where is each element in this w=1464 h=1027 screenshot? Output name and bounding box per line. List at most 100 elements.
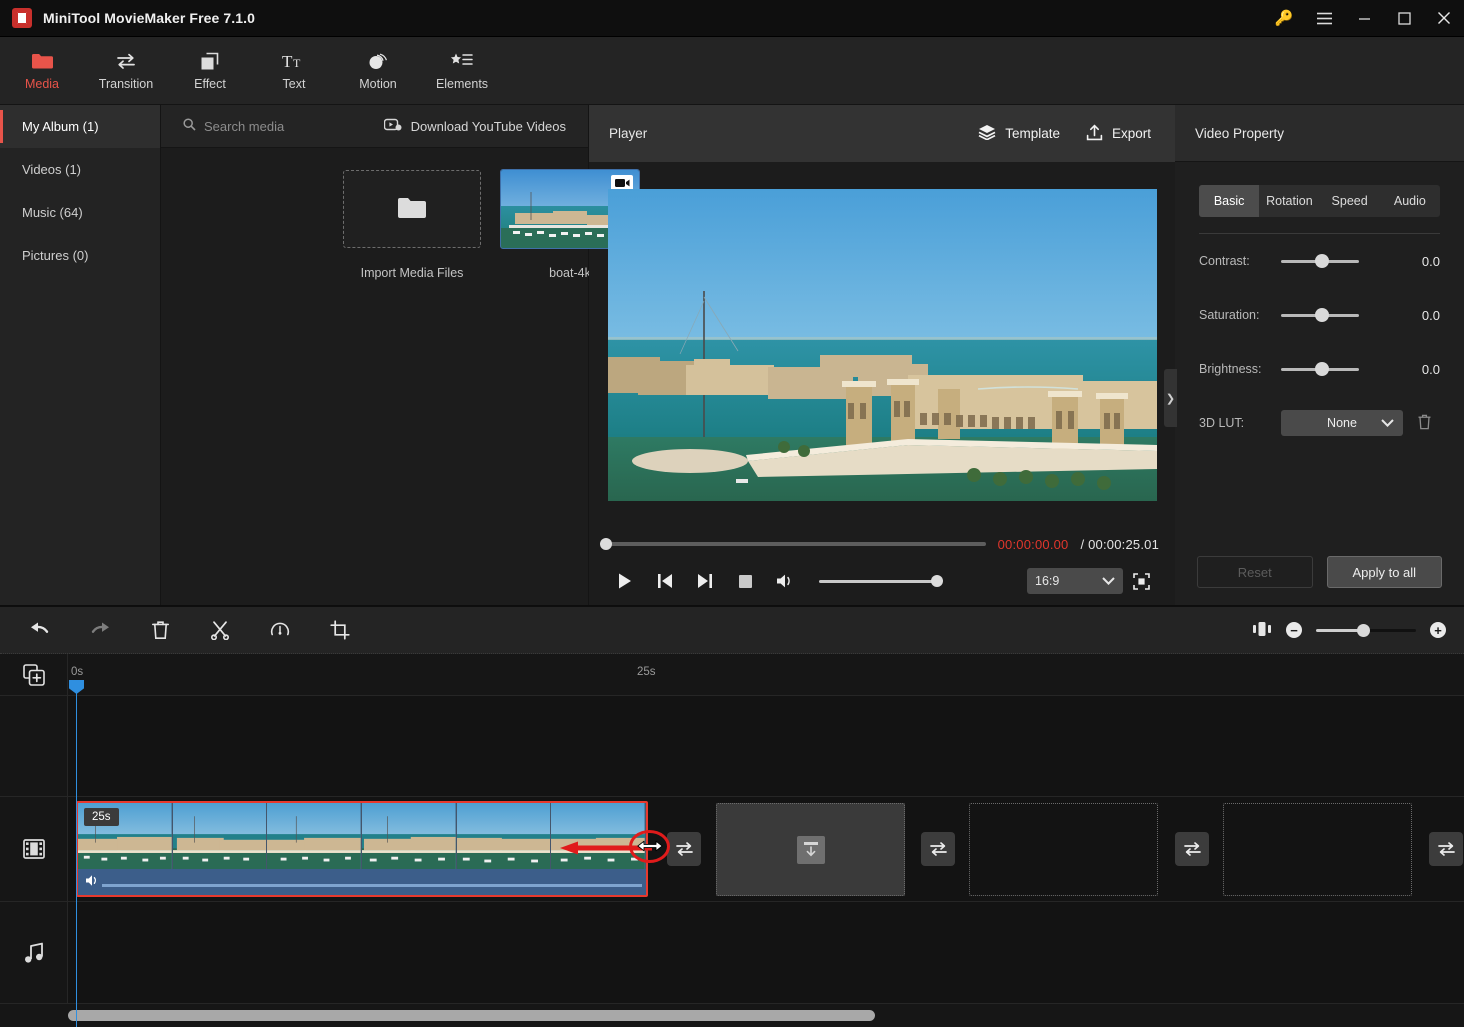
next-frame-button[interactable]: [685, 564, 725, 598]
trash-icon[interactable]: [1417, 414, 1432, 433]
tab-basic[interactable]: Basic: [1199, 185, 1260, 217]
video-preview[interactable]: [607, 188, 1157, 501]
saturation-knob[interactable]: [1315, 308, 1329, 322]
maximize-icon[interactable]: [1384, 0, 1424, 37]
template-label: Template: [1005, 126, 1060, 141]
sidebar-item-videos[interactable]: Videos (1): [0, 148, 160, 191]
tab-rotation[interactable]: Rotation: [1259, 185, 1319, 217]
brightness-knob[interactable]: [1315, 362, 1329, 376]
undo-button[interactable]: [20, 612, 60, 648]
track-body-audio[interactable]: [68, 902, 1464, 1003]
transition-slot-button-3[interactable]: [1175, 832, 1209, 866]
zoom-slider[interactable]: [1316, 623, 1416, 637]
lut-select[interactable]: None: [1281, 410, 1403, 436]
ribbon-tab-elements[interactable]: Elements: [420, 37, 504, 105]
chevron-down-icon: [1381, 416, 1394, 430]
ribbon-tab-transition[interactable]: Transition: [84, 37, 168, 105]
delete-button[interactable]: [140, 612, 180, 648]
property-tabs: Basic Rotation Speed Audio: [1199, 185, 1440, 217]
key-icon[interactable]: 🔑: [1264, 0, 1304, 37]
tab-speed[interactable]: Speed: [1320, 185, 1380, 217]
reset-button[interactable]: Reset: [1197, 556, 1313, 588]
timeline-ruler[interactable]: 0s 25s: [68, 654, 1464, 695]
chevron-down-icon: [1102, 574, 1115, 588]
contrast-slider[interactable]: [1281, 254, 1359, 268]
redo-button[interactable]: [80, 612, 120, 648]
play-button[interactable]: [605, 564, 645, 598]
transition-slot-button-4[interactable]: [1429, 832, 1463, 866]
split-button[interactable]: [200, 612, 240, 648]
video-property-panel: ❯ Video Property Basic Rotation Speed Au…: [1164, 105, 1464, 605]
sidebar-item-my-album[interactable]: My Album (1): [0, 105, 160, 148]
stop-button[interactable]: [725, 564, 765, 598]
export-button[interactable]: Export: [1086, 123, 1151, 144]
sidebar-item-music[interactable]: Music (64): [0, 191, 160, 234]
media-library-nav: My Album (1) Videos (1) Music (64) Pictu…: [0, 105, 161, 605]
timeline-track-overlay: [0, 696, 1464, 797]
search-media-field[interactable]: Search media: [183, 118, 284, 134]
saturation-slider[interactable]: [1281, 308, 1359, 322]
timeline-slot-2[interactable]: [969, 803, 1158, 896]
timeline-clip-boat-4k[interactable]: 25s: [76, 801, 648, 897]
property-panel-header: Video Property: [1175, 105, 1464, 162]
lut-value: None: [1327, 416, 1357, 430]
ribbon-tab-text[interactable]: TT Text: [252, 37, 336, 105]
brightness-slider[interactable]: [1281, 362, 1359, 376]
seek-slider[interactable]: [600, 538, 986, 550]
volume-slider[interactable]: [819, 575, 943, 587]
ribbon-tab-media[interactable]: Media: [0, 37, 84, 105]
transition-slot-button-1[interactable]: [667, 832, 701, 866]
scrollbar-thumb[interactable]: [68, 1010, 875, 1021]
crop-button[interactable]: [320, 612, 360, 648]
volume-button[interactable]: [765, 564, 805, 598]
seek-knob[interactable]: [600, 538, 612, 550]
timeline-slot-3[interactable]: [1223, 803, 1412, 896]
brightness-value: 0.0: [1421, 361, 1440, 377]
volume-icon[interactable]: [85, 874, 100, 890]
add-track-icon[interactable]: [0, 654, 68, 695]
player-controls: 00:00:00.00 / 00:00:25.01 16:9: [589, 527, 1175, 605]
timeline-track-audio: [0, 902, 1464, 1004]
speed-button[interactable]: [260, 612, 300, 648]
timeline-horizontal-scrollbar[interactable]: [0, 1005, 1464, 1027]
aspect-ratio-select[interactable]: 16:9: [1027, 568, 1123, 594]
track-body-overlay[interactable]: [68, 696, 1464, 796]
download-box-icon[interactable]: [796, 835, 825, 864]
contrast-knob[interactable]: [1315, 254, 1329, 268]
track-body-video[interactable]: 25s: [68, 797, 1464, 901]
ribbon-label-elements: Elements: [435, 77, 489, 91]
clip-frame: [551, 803, 646, 869]
volume-knob[interactable]: [931, 575, 943, 587]
sidebar-item-pictures[interactable]: Pictures (0): [0, 234, 160, 277]
hamburger-menu-icon[interactable]: [1304, 0, 1344, 37]
close-icon[interactable]: [1424, 0, 1464, 37]
apply-to-all-button[interactable]: Apply to all: [1326, 556, 1442, 588]
music-note-icon[interactable]: [0, 902, 68, 1003]
player-stage: [589, 162, 1175, 527]
ruler-tick-0s: 0s: [71, 666, 84, 678]
fit-timeline-icon[interactable]: [1252, 621, 1272, 640]
import-media-box[interactable]: [343, 170, 481, 248]
minimize-icon[interactable]: [1344, 0, 1384, 37]
previous-frame-button[interactable]: [645, 564, 685, 598]
template-button[interactable]: Template: [978, 124, 1060, 143]
zoom-out-button[interactable]: −: [1286, 622, 1302, 638]
track-head-overlay[interactable]: [0, 696, 68, 796]
fullscreen-button[interactable]: [1123, 566, 1159, 596]
elements-icon: [450, 50, 474, 72]
ribbon-tab-motion[interactable]: Motion: [336, 37, 420, 105]
download-youtube-button[interactable]: Download YouTube Videos: [383, 118, 566, 134]
zoom-in-button[interactable]: +: [1430, 622, 1446, 638]
film-strip-icon[interactable]: [0, 797, 68, 901]
sidebar-label-videos: Videos (1): [22, 162, 82, 177]
sidebar-label-my-album: My Album (1): [22, 119, 99, 134]
clip-audio-strip[interactable]: [78, 869, 646, 895]
import-media-cell[interactable]: Import Media Files: [343, 170, 481, 280]
import-media-label: Import Media Files: [360, 266, 464, 280]
zoom-knob[interactable]: [1357, 623, 1370, 637]
tab-audio[interactable]: Audio: [1380, 185, 1440, 217]
timeline-slot-1[interactable]: [716, 803, 905, 896]
ribbon-tab-effect[interactable]: Effect: [168, 37, 252, 105]
transition-slot-button-2[interactable]: [921, 832, 955, 866]
chevron-right-icon[interactable]: ❯: [1164, 369, 1177, 427]
